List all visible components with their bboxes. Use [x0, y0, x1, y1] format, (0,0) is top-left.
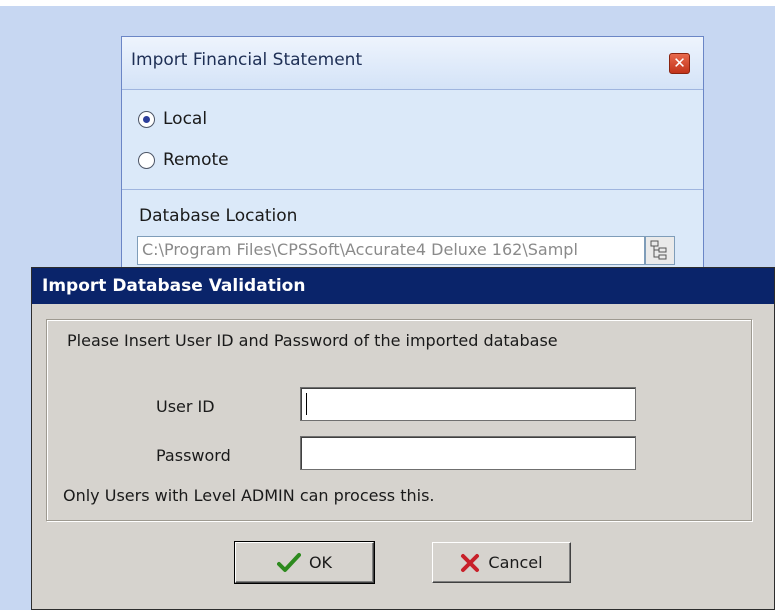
credentials-panel: Please Insert User ID and Password of th… [46, 319, 752, 521]
radio-local-label: Local [163, 109, 208, 129]
radio-unchecked-icon[interactable] [138, 151, 155, 169]
ok-button[interactable]: OK [234, 541, 375, 584]
import-financial-statement-window: Import Financial Statement ✕ Local Remot… [121, 36, 704, 276]
import-database-validation-dialog: Import Database Validation Please Insert… [31, 267, 775, 610]
desktop: Import Financial Statement ✕ Local Remot… [0, 0, 775, 610]
radio-remote[interactable]: Remote [138, 150, 229, 170]
dialog-title: Import Database Validation [42, 276, 306, 296]
radio-remote-label: Remote [163, 150, 229, 170]
browse-button[interactable] [645, 236, 675, 265]
password-input[interactable] [300, 436, 636, 470]
user-id-input[interactable] [300, 387, 636, 421]
dialog-titlebar: Import Database Validation [32, 268, 774, 304]
database-path-field[interactable]: C:\Program Files\CPSSoft\Accurate4 Delux… [137, 236, 645, 265]
location-radio-group: Local Remote [122, 90, 703, 190]
close-icon[interactable]: ✕ [669, 53, 690, 74]
ok-button-label: OK [308, 553, 333, 572]
admin-note: Only Users with Level ADMIN can process … [63, 486, 435, 505]
text-caret [306, 393, 307, 415]
password-label: Password [156, 446, 231, 465]
checkmark-icon [276, 552, 301, 572]
cancel-button[interactable]: Cancel [432, 542, 571, 583]
x-icon [461, 553, 480, 572]
window-title: Import Financial Statement [131, 50, 363, 70]
radio-local[interactable]: Local [138, 109, 207, 129]
instruction-text: Please Insert User ID and Password of th… [67, 331, 558, 350]
window-titlebar: Import Financial Statement ✕ [122, 37, 703, 90]
database-location-label: Database Location [139, 206, 298, 226]
user-id-label: User ID [156, 397, 215, 416]
radio-checked-icon[interactable] [138, 110, 155, 128]
cancel-button-label: Cancel [488, 553, 543, 572]
folder-tree-icon [650, 240, 667, 260]
